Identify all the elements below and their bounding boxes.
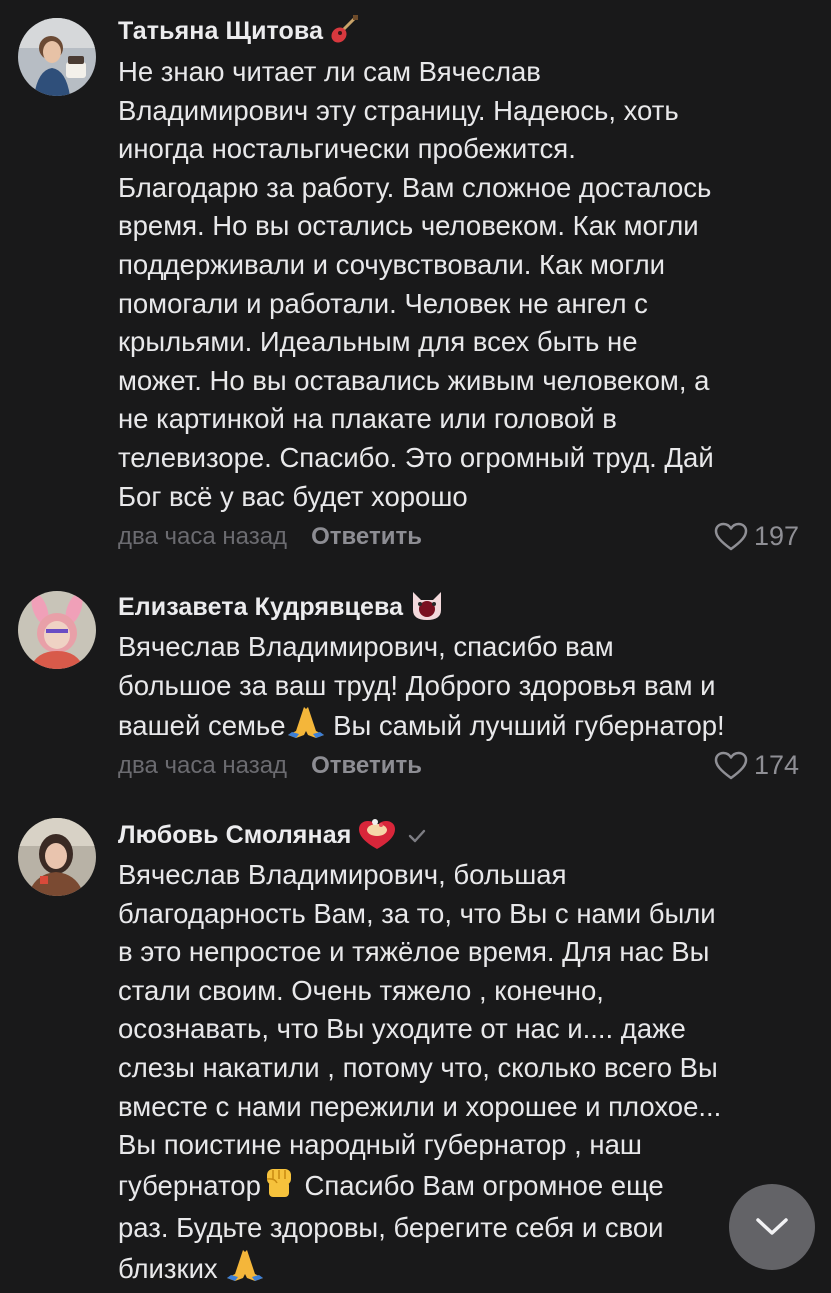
chevron-down-icon [756,1218,788,1235]
avatar[interactable] [18,818,96,896]
like-button[interactable]: 197 [714,521,799,552]
comment-text: Вячеслав Владимирович, спасибо вам больш… [118,628,818,750]
cat-face-icon [409,588,445,629]
avatar[interactable] [18,18,96,96]
comment-text: Вячеслав Владимирович, большая благодарн… [118,856,818,1293]
comment-text: Не знаю читает ли сам Вячеслав Владимиро… [118,56,714,512]
avatar[interactable] [18,591,96,669]
verified-check-icon [407,822,427,851]
comment-meta: два часа назад Ответить [118,752,422,780]
like-button[interactable]: 174 [714,750,799,781]
heart-icon [714,751,748,779]
comment-meta: два часа назад Ответить [118,523,422,551]
comment-time: два часа назад [118,523,288,550]
like-count: 197 [753,521,799,551]
heart-icon [714,522,748,550]
guitar-icon [329,14,359,51]
raised-fist-icon [261,1165,297,1210]
comment-author[interactable]: Любовь Смоляная [118,816,427,857]
like-count: 174 [753,750,799,780]
comment-author[interactable]: Татьяна Щитова [118,14,359,51]
scroll-down-button[interactable] [729,1184,815,1270]
comment-time: два часа назад [118,752,288,779]
praying-hands-icon [225,1248,265,1293]
comment-author[interactable]: Елизавета Кудрявцева [118,588,445,629]
praying-hands-icon [286,705,326,750]
heart-cake-icon [357,816,397,857]
reply-button[interactable]: Ответить [311,523,422,550]
reply-button[interactable]: Ответить [311,752,422,779]
